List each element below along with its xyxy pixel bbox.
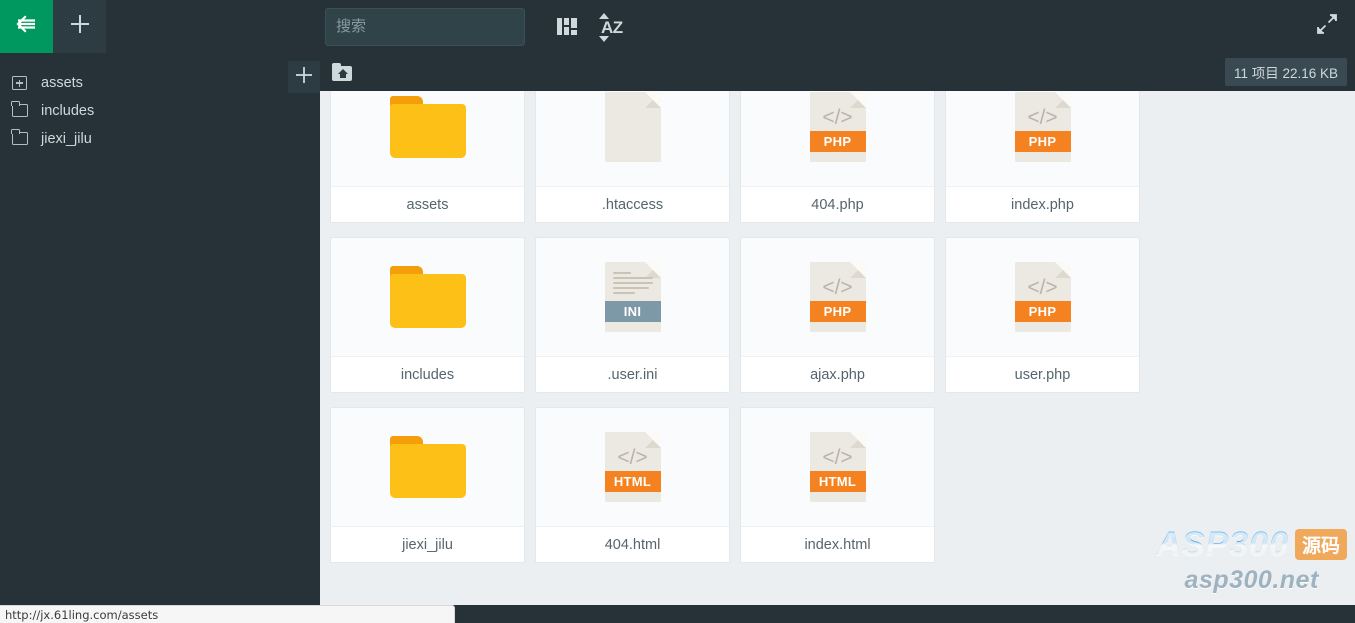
file-tile[interactable]: jiexi_jilu [330, 407, 525, 563]
file-name: 404.html [536, 526, 729, 562]
file-thumbnail: </> PHP [946, 238, 1139, 356]
file-grid: assets .htaccess </> PHP 404.php </> PHP… [330, 91, 1345, 577]
php-file-icon: </> PHP [1014, 262, 1071, 332]
file-tile[interactable]: </> PHP ajax.php [740, 237, 935, 393]
back-arrow-icon [14, 14, 40, 39]
search-input[interactable] [325, 7, 525, 46]
file-tile[interactable]: </> PHP user.php [945, 237, 1140, 393]
sidebar-item-label: jiexi_jilu [41, 131, 92, 147]
view-mode-button[interactable] [545, 0, 589, 53]
folder-expandable-icon[interactable] [10, 74, 34, 92]
php-file-icon: </> PHP [809, 262, 866, 332]
breadcrumb: 11 项目 22.16 KB [320, 53, 1355, 91]
file-tile[interactable]: </> HTML 404.html [535, 407, 730, 563]
sidebar-tree: assets includes jiexi_jilu [0, 53, 320, 605]
file-tile[interactable]: assets [330, 91, 525, 223]
toolbar-spacer-mid [525, 0, 545, 53]
file-name: .user.ini [536, 356, 729, 392]
top-toolbar: AZ [0, 0, 1355, 53]
file-tile[interactable]: INI .user.ini [535, 237, 730, 393]
file-thumbnail [331, 238, 524, 356]
file-tile[interactable]: </> PHP 404.php [740, 91, 935, 223]
file-name: jiexi_jilu [331, 526, 524, 562]
sidebar-item-includes[interactable]: includes [0, 97, 320, 125]
file-grid-viewport[interactable]: assets .htaccess </> PHP 404.php </> PHP… [320, 91, 1355, 605]
back-button[interactable] [0, 0, 53, 53]
sort-az-icon: AZ [595, 12, 627, 42]
folder-icon [389, 96, 466, 158]
file-name: user.php [946, 356, 1139, 392]
file-manager-window: AZ assets [0, 0, 1355, 623]
file-thumbnail [536, 91, 729, 186]
toolbar-spacer-right [633, 0, 1299, 53]
sidebar-item-assets[interactable]: assets [0, 69, 320, 97]
home-folder-icon[interactable] [332, 63, 354, 81]
php-file-icon: </> PHP [1014, 92, 1071, 162]
sidebar-item-jiexi-jilu[interactable]: jiexi_jilu [0, 125, 320, 153]
html-file-icon: </> HTML [604, 432, 661, 502]
plus-icon [294, 65, 314, 90]
php-file-icon: </> PHP [809, 92, 866, 162]
file-type-badge: HTML [604, 471, 661, 492]
file-thumbnail: </> PHP [946, 91, 1139, 186]
html-file-icon: </> HTML [809, 432, 866, 502]
item-count-badge: 11 项目 22.16 KB [1224, 58, 1347, 86]
file-thumbnail: INI [536, 238, 729, 356]
file-name: .htaccess [536, 186, 729, 222]
grid-view-icon [557, 18, 577, 35]
file-tile[interactable]: </> HTML index.html [740, 407, 935, 563]
folder-icon [10, 100, 34, 120]
folder-icon [389, 266, 466, 328]
file-type-badge: PHP [809, 301, 866, 322]
content-panel: 11 项目 22.16 KB assets .htaccess </> PHP … [320, 53, 1355, 605]
file-tile[interactable]: .htaccess [535, 91, 730, 223]
sidebar-item-label: assets [41, 75, 83, 91]
file-type-badge: HTML [809, 471, 866, 492]
file-tile[interactable]: includes [330, 237, 525, 393]
file-thumbnail: </> HTML [536, 408, 729, 526]
status-bar: http://jx.61ling.com/assets [0, 605, 455, 623]
sidebar-add-button[interactable] [288, 61, 320, 93]
toolbar-spacer-left [106, 0, 325, 53]
plus-icon [69, 13, 91, 40]
file-name: includes [331, 356, 524, 392]
folder-icon [10, 128, 34, 148]
file-thumbnail: </> HTML [741, 408, 934, 526]
fullscreen-button[interactable] [1299, 0, 1355, 53]
status-url: http://jx.61ling.com/assets [5, 607, 159, 622]
file-tile[interactable]: </> PHP index.php [945, 91, 1140, 223]
new-item-button[interactable] [53, 0, 106, 53]
file-type-badge: INI [604, 301, 661, 322]
file-name: index.html [741, 526, 934, 562]
file-thumbnail: </> PHP [741, 238, 934, 356]
folder-icon [389, 436, 466, 498]
file-name: index.php [946, 186, 1139, 222]
file-type-badge: PHP [809, 131, 866, 152]
file-type-badge: PHP [1014, 301, 1071, 322]
file-thumbnail [331, 408, 524, 526]
sort-button[interactable]: AZ [589, 0, 633, 53]
file-name: 404.php [741, 186, 934, 222]
sidebar-item-label: includes [41, 103, 95, 119]
file-name: ajax.php [741, 356, 934, 392]
file-type-badge: PHP [1014, 131, 1071, 152]
search-container [325, 0, 525, 53]
sort-az-label: AZ [601, 17, 623, 37]
blank-file-icon [604, 92, 661, 162]
ini-file-icon: INI [604, 262, 661, 332]
expand-icon [1315, 12, 1339, 41]
file-name: assets [331, 186, 524, 222]
file-thumbnail: </> PHP [741, 91, 934, 186]
file-thumbnail [331, 91, 524, 186]
